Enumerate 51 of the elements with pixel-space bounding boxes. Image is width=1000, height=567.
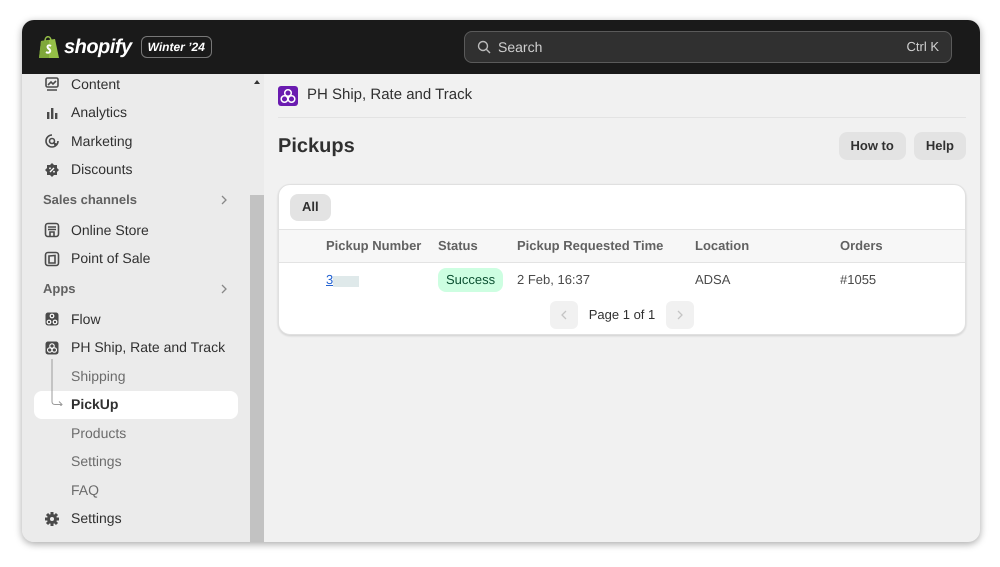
nav-item[interactable]: Point of Sale <box>34 244 238 273</box>
app-logo-icon <box>278 86 298 106</box>
nav-subitem[interactable]: Shipping <box>34 362 238 390</box>
chevron-left-icon <box>560 310 568 320</box>
nav-item[interactable]: Content <box>34 74 238 98</box>
app-title: PH Ship, Rate and Track <box>307 85 472 106</box>
nav-item[interactable]: PH Ship, Rate and Track <box>34 334 238 362</box>
nav-subitem[interactable]: PickUp <box>34 390 238 419</box>
pickup-number-link[interactable]: 3 <box>326 270 334 290</box>
image-icon <box>44 76 60 92</box>
percent-badge-icon <box>44 162 60 178</box>
nav-item[interactable]: Flow <box>34 305 238 334</box>
table-cell-text: #1055 <box>840 271 878 290</box>
nav-subitem[interactable]: Settings <box>34 448 238 476</box>
nav-item[interactable]: Online Store <box>34 216 238 244</box>
storefront-icon <box>44 222 60 238</box>
nav-item[interactable]: Analytics <box>34 98 238 127</box>
table-cell-text: ADSA <box>695 271 732 290</box>
page-title: Pickups <box>278 134 355 159</box>
chevron-right-icon[interactable] <box>220 195 228 205</box>
nav-subitem[interactable]: FAQ <box>34 476 238 504</box>
search-bar[interactable]: Search Ctrl K <box>464 31 952 63</box>
section-heading: Apps <box>43 280 76 298</box>
table-cell-text: 2 Feb, 16:37 <box>517 271 591 290</box>
brand-wordmark: shopify <box>64 35 132 60</box>
search-field[interactable]: Search <box>498 36 900 58</box>
section-heading: Sales channels <box>43 191 137 210</box>
status-badge: Success <box>438 268 504 292</box>
search-icon <box>477 40 491 54</box>
settings-icon <box>44 510 60 527</box>
page-action-button[interactable]: Help <box>914 132 966 160</box>
edition-badge: Winter ’24 <box>140 36 212 58</box>
nav-subitem[interactable]: Products <box>34 419 238 448</box>
nodes-icon <box>44 311 60 328</box>
column-header: Pickup Requested Time <box>517 237 664 256</box>
keyboard-shortcut: Ctrl K <box>906 38 939 56</box>
chevron-right-icon[interactable] <box>220 284 228 294</box>
page-action-button[interactable]: How to <box>838 132 906 160</box>
column-header: Location <box>695 237 750 256</box>
page-indicator: Page 1 of 1 <box>588 306 656 324</box>
column-header: Status <box>438 237 479 256</box>
column-header: Orders <box>840 237 884 256</box>
column-header: Pickup Number <box>326 237 422 256</box>
tree-connector-icon <box>51 359 65 406</box>
filter-tab[interactable]: All <box>290 194 331 220</box>
chevron-right-icon <box>676 310 684 320</box>
target-cursor-icon <box>44 133 60 150</box>
nav-item[interactable]: Settings <box>34 504 238 533</box>
three-circles-icon <box>44 340 60 356</box>
nav-item[interactable]: Marketing <box>34 127 238 156</box>
nav-item[interactable]: Discounts <box>34 156 238 184</box>
